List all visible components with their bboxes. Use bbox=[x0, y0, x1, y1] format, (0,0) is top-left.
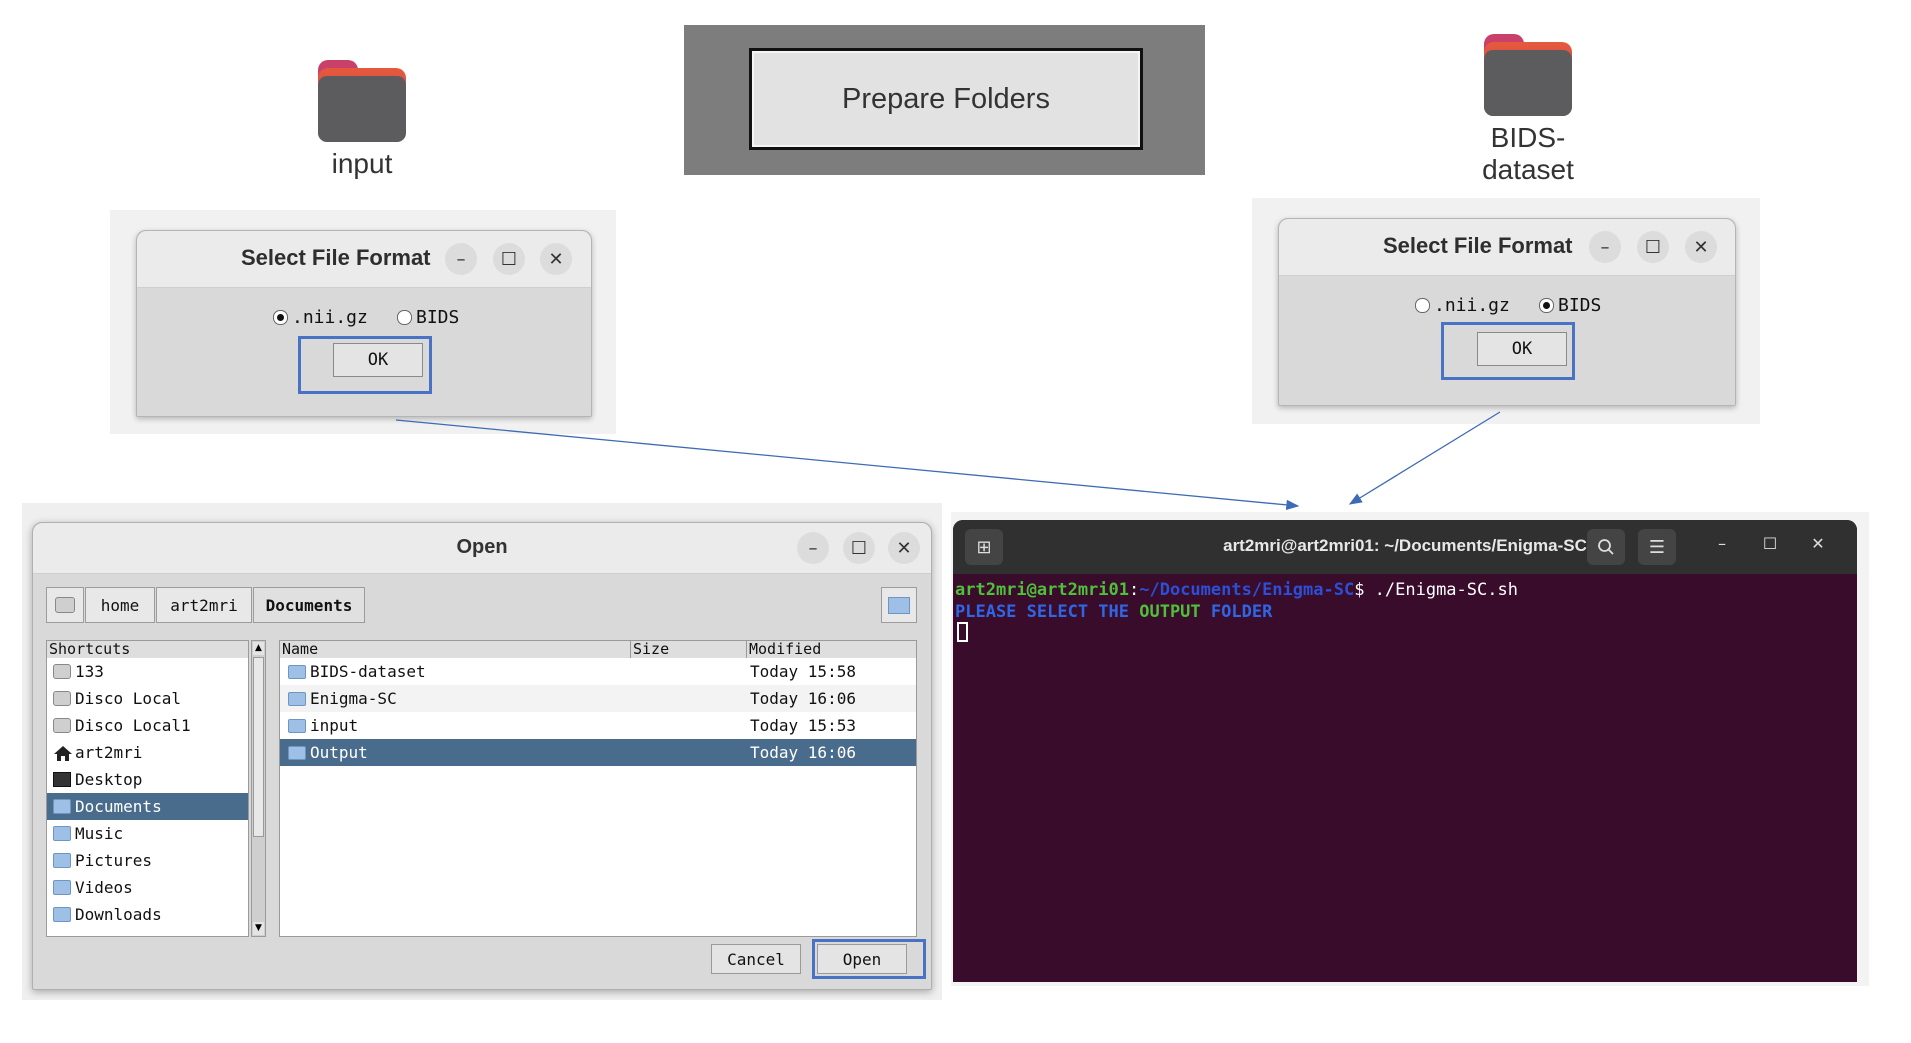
breadcrumb-root-icon[interactable] bbox=[46, 587, 84, 623]
column-size[interactable]: Size bbox=[631, 641, 747, 658]
shortcuts-pane: Shortcuts 133 Disco Local Disco Local1 a… bbox=[46, 640, 249, 937]
shortcut-pictures[interactable]: Pictures bbox=[47, 847, 248, 874]
breadcrumb-art2mri[interactable]: art2mri bbox=[156, 587, 252, 623]
close-icon[interactable]: ✕ bbox=[1806, 534, 1830, 553]
folder-icon bbox=[288, 746, 306, 760]
terminal-window[interactable]: ⊞ art2mri@art2mri01: ~/Documents/Enigma-… bbox=[953, 520, 1857, 982]
minimize-icon[interactable]: – bbox=[1710, 534, 1734, 553]
file-row[interactable]: BIDS-dataset Today 15:58 bbox=[280, 658, 916, 685]
folder-icon bbox=[53, 907, 71, 922]
shortcut-133[interactable]: 133 bbox=[47, 658, 248, 685]
open-highlight-box bbox=[812, 939, 926, 979]
folder-icon bbox=[288, 692, 306, 706]
arrow-right-to-terminal bbox=[1348, 411, 1501, 505]
folder-icon bbox=[53, 799, 71, 814]
arrow-left-to-terminal bbox=[395, 419, 1300, 511]
file-row-selected[interactable]: Output Today 16:06 bbox=[280, 739, 916, 766]
breadcrumb-home[interactable]: home bbox=[85, 587, 155, 623]
shortcut-desktop[interactable]: Desktop bbox=[47, 766, 248, 793]
folder-icon bbox=[288, 719, 306, 733]
folder-icon bbox=[53, 853, 71, 868]
folder-icon bbox=[53, 880, 71, 895]
drive-icon bbox=[53, 664, 71, 679]
search-icon[interactable] bbox=[1587, 529, 1625, 565]
drive-icon bbox=[53, 718, 71, 733]
scroll-thumb[interactable] bbox=[253, 657, 264, 837]
shortcuts-scrollbar[interactable]: ▲ ▼ bbox=[251, 640, 266, 937]
home-icon bbox=[53, 745, 72, 761]
terminal-prompt-line: art2mri@art2mri01:~/Documents/Enigma-SC$… bbox=[955, 580, 1518, 600]
shortcut-disco-local1[interactable]: Disco Local1 bbox=[47, 712, 248, 739]
shortcut-music[interactable]: Music bbox=[47, 820, 248, 847]
terminal-cursor bbox=[957, 622, 968, 642]
shortcut-art2mri[interactable]: art2mri bbox=[47, 739, 248, 766]
menu-icon[interactable]: ☰ bbox=[1638, 529, 1676, 565]
shortcut-documents[interactable]: Documents bbox=[47, 793, 248, 820]
files-pane: Name Size Modified BIDS-dataset Today 15:… bbox=[279, 640, 917, 937]
open-dialog: Open – ☐ ✕ home art2mri Documents Shortc… bbox=[32, 522, 932, 990]
open-dialog-titlebar: Open – ☐ ✕ bbox=[33, 523, 931, 574]
column-modified[interactable]: Modified bbox=[747, 641, 916, 658]
shortcut-videos[interactable]: Videos bbox=[47, 874, 248, 901]
folder-icon bbox=[53, 826, 71, 841]
file-row[interactable]: Enigma-SC Today 16:06 bbox=[280, 685, 916, 712]
folder-icon bbox=[288, 665, 306, 679]
terminal-output-line: PLEASE SELECT THE OUTPUT FOLDER bbox=[955, 602, 1273, 622]
maximize-icon[interactable]: ☐ bbox=[843, 532, 875, 564]
scroll-down-icon[interactable]: ▼ bbox=[253, 922, 264, 935]
shortcut-downloads[interactable]: Downloads bbox=[47, 901, 248, 928]
cancel-button[interactable]: Cancel bbox=[711, 944, 801, 974]
shortcuts-header: Shortcuts bbox=[47, 641, 248, 658]
terminal-titlebar: ⊞ art2mri@art2mri01: ~/Documents/Enigma-… bbox=[953, 520, 1857, 574]
breadcrumb-documents[interactable]: Documents bbox=[253, 587, 365, 623]
new-folder-icon[interactable] bbox=[881, 587, 917, 623]
maximize-icon[interactable]: ☐ bbox=[1758, 534, 1782, 553]
desktop-icon bbox=[53, 772, 71, 787]
shortcut-disco-local[interactable]: Disco Local bbox=[47, 685, 248, 712]
column-name[interactable]: Name bbox=[280, 641, 631, 658]
file-row[interactable]: input Today 15:53 bbox=[280, 712, 916, 739]
close-icon[interactable]: ✕ bbox=[888, 532, 920, 564]
minimize-icon[interactable]: – bbox=[797, 532, 829, 564]
drive-icon bbox=[53, 691, 71, 706]
scroll-up-icon[interactable]: ▲ bbox=[253, 642, 264, 655]
